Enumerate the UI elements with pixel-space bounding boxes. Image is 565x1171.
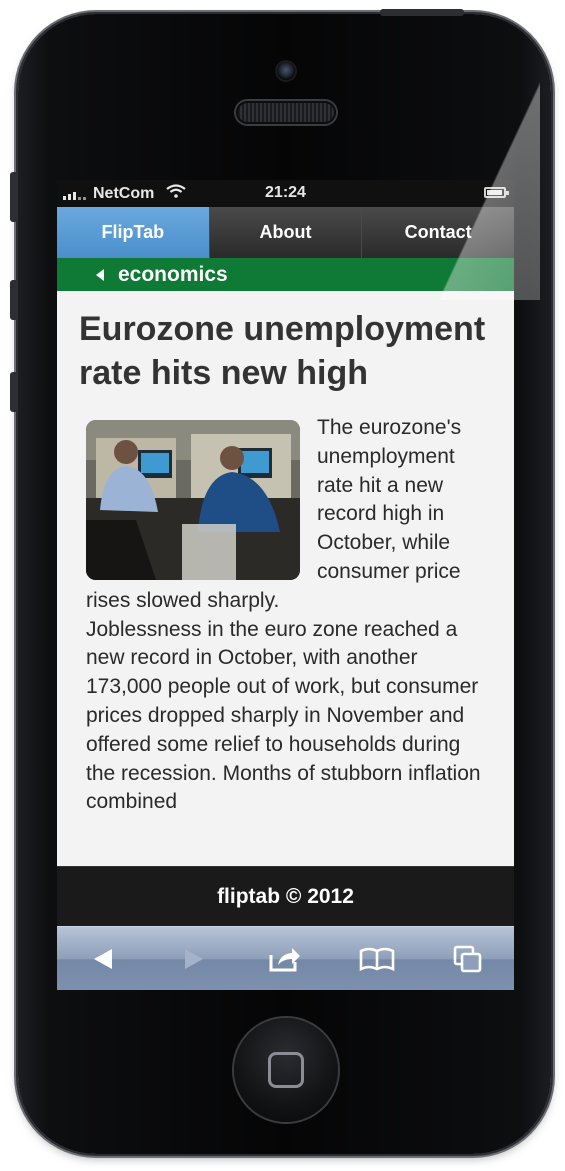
status-bar: NetCom 21:24 (57, 180, 514, 207)
tabs-button[interactable] (444, 939, 492, 979)
screen: NetCom 21:24 FlipTab About Contact econo… (57, 180, 514, 990)
browser-back-button[interactable] (79, 939, 127, 979)
volume-down-button (10, 372, 18, 412)
front-camera (277, 62, 295, 80)
tab-contact[interactable]: Contact (362, 207, 514, 258)
footer-text: fliptab © 2012 (217, 885, 354, 908)
breadcrumb-bar[interactable]: economics (57, 258, 514, 291)
tab-about[interactable]: About (209, 207, 363, 258)
home-square-icon (268, 1052, 304, 1088)
tabs-icon (453, 945, 482, 973)
bookmarks-button[interactable] (353, 939, 401, 979)
article-body: The eurozone's unemployment rate hit a n… (86, 414, 494, 817)
browser-forward-button[interactable] (170, 939, 218, 979)
tab-fliptab[interactable]: FlipTab (57, 207, 210, 258)
back-arrow-icon (93, 949, 112, 969)
volume-up-button (10, 280, 18, 320)
article: Eurozone unemployment rate hits new high (57, 291, 514, 866)
bookmarks-icon (359, 947, 395, 972)
forward-arrow-icon (185, 949, 204, 969)
article-photo (86, 420, 300, 580)
status-time: 21:24 (265, 184, 306, 201)
safari-toolbar (57, 926, 514, 990)
breadcrumb-label: economics (118, 262, 228, 286)
top-nav: FlipTab About Contact (57, 207, 514, 258)
footer: fliptab © 2012 (57, 866, 514, 927)
mute-switch (10, 172, 18, 222)
home-button[interactable] (234, 1018, 338, 1122)
back-triangle-icon (96, 268, 104, 281)
article-paragraph: Joblessness in the euro zone reached a n… (86, 617, 481, 814)
power-button (380, 9, 464, 16)
share-icon (269, 948, 301, 972)
article-headline: Eurozone unemployment rate hits new high (79, 310, 486, 392)
share-button[interactable] (261, 939, 309, 979)
battery-icon (484, 187, 509, 198)
earpiece-speaker (236, 101, 336, 124)
